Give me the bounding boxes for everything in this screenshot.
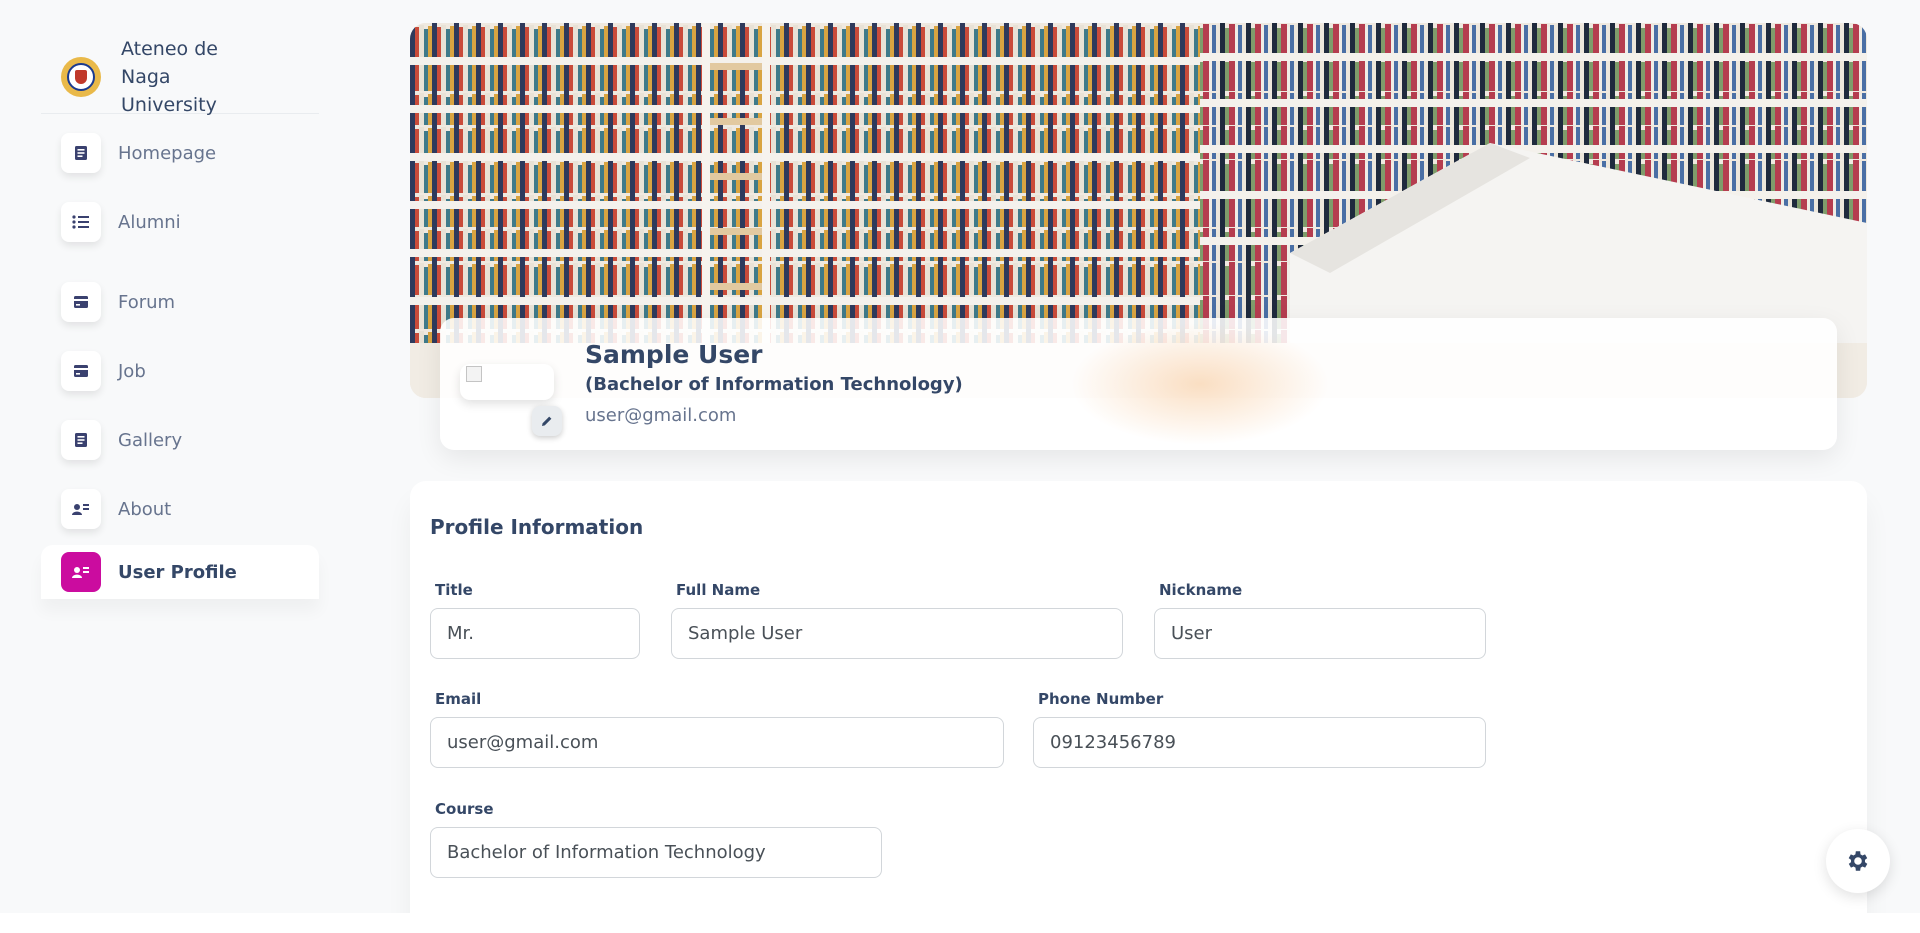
phone-input[interactable] bbox=[1033, 717, 1486, 768]
sidebar-item-label: About bbox=[118, 498, 172, 520]
user-card-icon bbox=[61, 489, 101, 529]
gear-icon bbox=[1848, 851, 1868, 871]
profile-email: user@gmail.com bbox=[585, 405, 737, 426]
sidebar-item-label: Alumni bbox=[118, 211, 181, 233]
sidebar-nav: Homepage Alumni Forum Job Gallery About … bbox=[41, 126, 319, 599]
card-icon bbox=[61, 282, 101, 322]
sidebar-item-gallery[interactable]: Gallery bbox=[41, 413, 319, 467]
course-input[interactable] bbox=[430, 827, 882, 878]
list-icon bbox=[61, 202, 101, 242]
section-title: Profile Information bbox=[430, 515, 644, 539]
broken-image-icon bbox=[466, 366, 482, 382]
page-bottom-edge bbox=[0, 913, 1920, 933]
sidebar-item-label: Job bbox=[118, 360, 146, 382]
email-input[interactable] bbox=[430, 717, 1004, 768]
email-field-group: Email bbox=[430, 690, 1004, 768]
pencil-icon bbox=[542, 416, 552, 426]
brand[interactable]: Ateneo de Naga University bbox=[41, 38, 319, 116]
title-input[interactable] bbox=[430, 608, 640, 659]
profile-course: (Bachelor of Information Technology) bbox=[585, 374, 963, 395]
course-label: Course bbox=[435, 800, 494, 818]
title-field-group: Title bbox=[430, 581, 640, 659]
nickname-field-group: Nickname bbox=[1154, 581, 1486, 659]
sidebar-item-job[interactable]: Job bbox=[41, 344, 319, 398]
title-label: Title bbox=[435, 581, 473, 599]
card-icon bbox=[61, 351, 101, 391]
settings-button[interactable] bbox=[1826, 829, 1890, 893]
phone-field-group: Phone Number bbox=[1033, 690, 1486, 768]
nickname-input[interactable] bbox=[1154, 608, 1486, 659]
sidebar-item-user-profile[interactable]: User Profile bbox=[41, 545, 319, 599]
avatar[interactable] bbox=[460, 364, 554, 400]
sidebar-item-label: User Profile bbox=[118, 561, 237, 583]
university-seal-logo bbox=[61, 56, 101, 97]
sidebar-item-alumni[interactable]: Alumni bbox=[41, 195, 319, 249]
profile-header-card: Sample User (Bachelor of Information Tec… bbox=[440, 318, 1837, 450]
full-name-field-group: Full Name bbox=[671, 581, 1123, 659]
sidebar-item-homepage[interactable]: Homepage bbox=[41, 126, 319, 180]
user-card-icon bbox=[61, 552, 101, 592]
edit-avatar-button[interactable] bbox=[532, 406, 562, 436]
phone-label: Phone Number bbox=[1038, 690, 1164, 708]
document-icon bbox=[61, 133, 101, 173]
document-icon bbox=[61, 420, 101, 460]
sidebar-item-label: Gallery bbox=[118, 429, 183, 451]
profile-name: Sample User bbox=[585, 340, 763, 369]
profile-information-panel: Profile Information Title Full Name Nick… bbox=[410, 481, 1867, 933]
full-name-label: Full Name bbox=[676, 581, 761, 599]
sidebar-item-forum[interactable]: Forum bbox=[41, 275, 319, 329]
nickname-label: Nickname bbox=[1159, 581, 1243, 599]
brand-name: Ateneo de Naga University bbox=[121, 37, 218, 116]
sidebar-item-label: Forum bbox=[118, 291, 176, 313]
course-field-group: Course bbox=[430, 800, 882, 878]
sidebar: Ateneo de Naga University Homepage Alumn… bbox=[41, 38, 319, 614]
sidebar-item-label: Homepage bbox=[118, 142, 217, 164]
email-label: Email bbox=[435, 690, 482, 708]
full-name-input[interactable] bbox=[671, 608, 1123, 659]
sidebar-item-about[interactable]: About bbox=[41, 482, 319, 536]
